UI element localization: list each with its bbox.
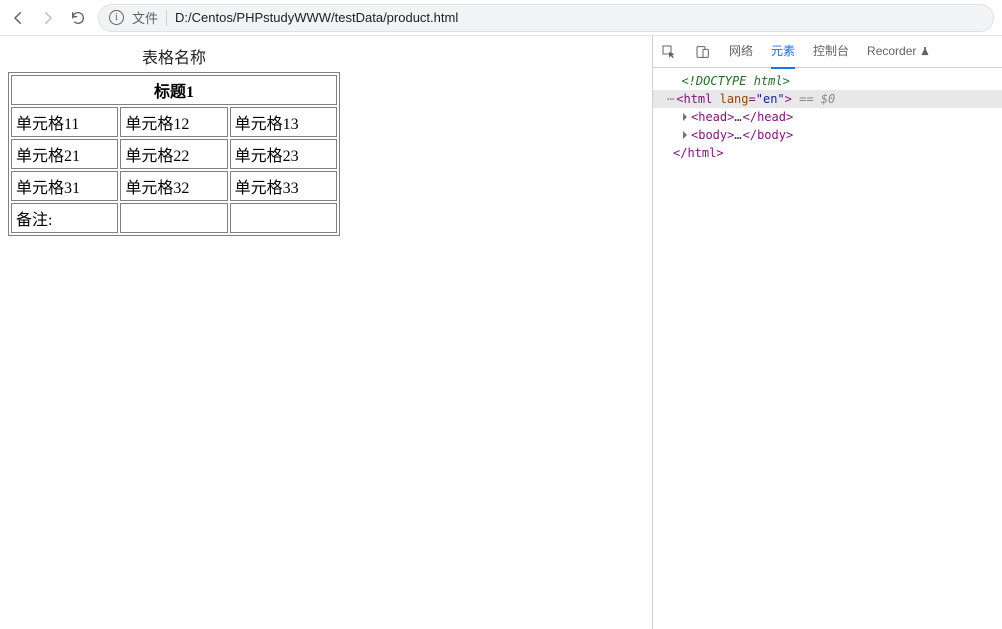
dom-head[interactable]: <head>…</head> bbox=[653, 108, 1002, 126]
flask-icon bbox=[920, 46, 930, 56]
tab-recorder[interactable]: Recorder bbox=[867, 36, 930, 68]
expand-icon[interactable] bbox=[683, 113, 687, 121]
table-row: 备注: bbox=[11, 203, 337, 233]
table-caption: 表格名称 bbox=[8, 44, 340, 68]
dom-doctype[interactable]: <!DOCTYPE html> bbox=[653, 72, 1002, 90]
table-cell: 备注: bbox=[11, 203, 118, 233]
reload-button[interactable] bbox=[68, 8, 88, 28]
table-cell bbox=[120, 203, 227, 233]
back-button[interactable] bbox=[8, 8, 28, 28]
table-cell: 单元格23 bbox=[230, 139, 337, 169]
dom-body[interactable]: <body>…</body> bbox=[653, 126, 1002, 144]
url-divider bbox=[166, 10, 167, 26]
table-cell: 单元格33 bbox=[230, 171, 337, 201]
info-icon: i bbox=[109, 10, 124, 25]
table-row: 单元格11 单元格12 单元格13 bbox=[11, 107, 337, 137]
table-cell: 单元格12 bbox=[120, 107, 227, 137]
recorder-label: Recorder bbox=[867, 44, 916, 58]
browser-toolbar: i 文件 D:/Centos/PHPstudyWWW/testData/prod… bbox=[0, 0, 1002, 36]
device-toggle-icon[interactable] bbox=[695, 44, 711, 60]
expand-icon[interactable] bbox=[683, 131, 687, 139]
devtools-panel: 网络 元素 控制台 Recorder <!DOCTYPE html> ⋯<htm… bbox=[652, 36, 1002, 629]
tab-network[interactable]: 网络 bbox=[729, 36, 753, 69]
table-cell: 单元格31 bbox=[11, 171, 118, 201]
tab-console[interactable]: 控制台 bbox=[813, 36, 849, 69]
table-cell: 单元格11 bbox=[11, 107, 118, 137]
table-header: 标题1 bbox=[11, 75, 337, 105]
dom-tree[interactable]: <!DOCTYPE html> ⋯<html lang="en"> == $0 … bbox=[653, 68, 1002, 629]
content-area: 表格名称 标题1 单元格11 单元格12 单元格13 单元格21 单元格22 单… bbox=[0, 36, 1002, 629]
dom-html-open[interactable]: ⋯<html lang="en"> == $0 bbox=[653, 90, 1002, 108]
table-cell: 单元格32 bbox=[120, 171, 227, 201]
table-row: 单元格21 单元格22 单元格23 bbox=[11, 139, 337, 169]
table-cell: 单元格21 bbox=[11, 139, 118, 169]
url-bar[interactable]: i 文件 D:/Centos/PHPstudyWWW/testData/prod… bbox=[98, 4, 994, 32]
demo-table: 标题1 单元格11 单元格12 单元格13 单元格21 单元格22 单元格23 … bbox=[8, 72, 340, 236]
table-row: 单元格31 单元格32 单元格33 bbox=[11, 171, 337, 201]
table-cell: 单元格13 bbox=[230, 107, 337, 137]
table-cell bbox=[230, 203, 337, 233]
inspect-icon[interactable] bbox=[661, 44, 677, 60]
url-prefix: 文件 bbox=[132, 8, 158, 27]
url-path: D:/Centos/PHPstudyWWW/testData/product.h… bbox=[175, 10, 458, 25]
forward-button[interactable] bbox=[38, 8, 58, 28]
app-root: i 文件 D:/Centos/PHPstudyWWW/testData/prod… bbox=[0, 0, 1002, 629]
tab-elements[interactable]: 元素 bbox=[771, 36, 795, 69]
table-cell: 单元格22 bbox=[120, 139, 227, 169]
dom-html-close[interactable]: </html> bbox=[653, 144, 1002, 162]
devtools-toolbar: 网络 元素 控制台 Recorder bbox=[653, 36, 1002, 68]
rendered-page: 表格名称 标题1 单元格11 单元格12 单元格13 单元格21 单元格22 单… bbox=[0, 36, 652, 629]
